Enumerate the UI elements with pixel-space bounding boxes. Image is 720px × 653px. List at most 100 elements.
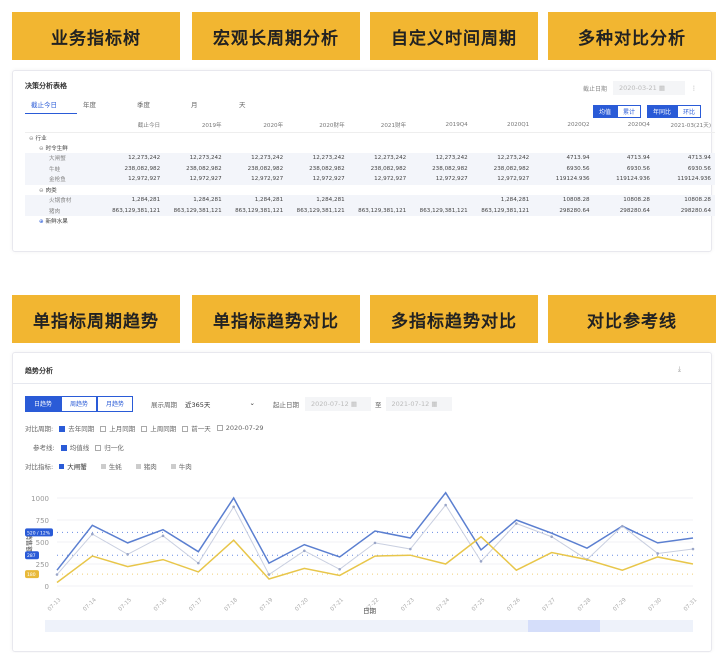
y-tick-label: 250 xyxy=(36,561,49,569)
tab-year[interactable]: 年度 xyxy=(77,99,125,114)
data-point xyxy=(267,573,271,576)
x-tick-label: 07-16 xyxy=(153,597,169,613)
table-row: 大闸蟹 12,273,242 12,273,242 12,273,242 12,273,… xyxy=(25,153,715,164)
option-label: 前一天 xyxy=(191,425,211,433)
zoom-slider-handle[interactable] xyxy=(528,620,600,632)
y-tick-label: 0 xyxy=(45,583,49,591)
more-icon[interactable]: ⋮ xyxy=(691,85,697,92)
compare-option[interactable]: 前一天 xyxy=(182,423,211,433)
period-tabs: 截止今日 年度 季度 月 天 xyxy=(25,99,269,114)
series-line xyxy=(56,491,694,571)
table-cell xyxy=(472,185,534,196)
reference-option[interactable]: 均值线 xyxy=(60,442,89,452)
table-cell: 238,082,982 xyxy=(348,163,411,174)
table-cell: 238,082,982 xyxy=(225,163,288,174)
metric-legend-item[interactable]: 生蚝 xyxy=(100,461,122,471)
table-cell: 4713.94 xyxy=(533,153,594,164)
metric-legend-item[interactable]: 猪肉 xyxy=(135,461,157,471)
compare-option[interactable]: 上周同期 xyxy=(141,423,176,433)
compare-option[interactable]: 去年同期 xyxy=(59,423,94,433)
checkbox[interactable] xyxy=(182,426,189,432)
table-cell: 863,129,381,121 xyxy=(164,205,226,216)
legend-swatch xyxy=(100,464,106,469)
row-label: 大闸蟹 xyxy=(49,156,66,163)
data-point xyxy=(126,553,129,556)
mean-button[interactable]: 均值 xyxy=(592,105,617,118)
table-cell: 1,284,281 xyxy=(164,195,226,206)
option-label: 2020-07-29 xyxy=(225,424,264,432)
date-input[interactable]: 2020-03-21 ▦ xyxy=(613,81,685,95)
option-label: 去年同期 xyxy=(68,425,95,433)
data-point xyxy=(338,567,341,571)
legend-swatch xyxy=(59,464,65,469)
reference-option[interactable]: 归一化 xyxy=(95,442,124,452)
checkbox[interactable] xyxy=(216,425,223,431)
download-icon[interactable]: ⤓ xyxy=(678,365,681,374)
row-label: 猪肉 xyxy=(49,208,61,215)
data-point xyxy=(515,522,518,525)
table-cell xyxy=(533,143,593,154)
x-tick-label: 07-18 xyxy=(224,597,240,613)
legend-label: 牛肉 xyxy=(178,463,192,471)
tab-day[interactable]: 天 xyxy=(221,99,269,114)
table-cell: 238,082,982 xyxy=(471,163,534,174)
feature-tag: 对比参考线 xyxy=(548,295,716,343)
row-label: 金枪鱼 xyxy=(49,177,66,184)
metric-legend-item[interactable]: 大闸蟹 xyxy=(59,461,87,471)
checkbox[interactable] xyxy=(95,445,102,451)
weekly-trend-button[interactable]: 周趋势 xyxy=(61,396,97,412)
legend-label: 大闸蟹 xyxy=(67,463,87,471)
table-cell: 12,273,242 xyxy=(348,153,411,164)
table-cell xyxy=(348,195,411,206)
checkbox[interactable] xyxy=(100,426,107,432)
table-cell: 238,082,982 xyxy=(410,163,472,174)
checkbox[interactable] xyxy=(60,445,67,451)
table-cell xyxy=(226,216,288,227)
data-point xyxy=(656,552,659,555)
cumulative-button[interactable]: 累计 xyxy=(616,105,641,118)
table-row: ⊖ 时令生鲜 xyxy=(25,143,715,154)
tab-quarter[interactable]: 季度 xyxy=(125,99,173,114)
table-row: ⊖ 肉类 xyxy=(25,185,715,196)
table-cell: 12,273,242 xyxy=(287,153,349,164)
y-tick-label: 500 xyxy=(36,539,49,547)
table-cell xyxy=(533,185,593,196)
mom-button[interactable]: 环比 xyxy=(676,105,701,118)
divider xyxy=(13,383,711,384)
trend-panel: 趋势分析 ⤓ 日趋势 周趋势 月趋势 展示周期 近365天 ⌄ 起止日期 2020… xyxy=(12,352,712,652)
metric-legend-item[interactable]: 牛肉 xyxy=(170,461,192,471)
x-tick-label: 07-17 xyxy=(188,597,204,613)
x-tick-label: 07-26 xyxy=(506,597,522,613)
tab-month[interactable]: 月 xyxy=(173,99,221,114)
feature-tag: 宏观长周期分析 xyxy=(192,12,360,60)
reference-label: 180 xyxy=(27,572,36,578)
data-point xyxy=(91,532,94,536)
table-cell: 863,129,381,121 xyxy=(410,205,472,216)
column-header: 2021财年 xyxy=(348,119,411,133)
period-select[interactable]: 近365天 ⌄ xyxy=(185,399,255,409)
tab-to-date[interactable]: 截止今日 xyxy=(25,99,77,114)
compare-option[interactable]: 上月同期 xyxy=(100,423,135,433)
data-point xyxy=(232,505,235,509)
table-cell xyxy=(472,143,534,154)
range-end-input[interactable]: 2021-07-12 ▦ xyxy=(385,397,452,411)
table-cell: 12,273,242 xyxy=(164,153,226,164)
column-header: 2020Q4 xyxy=(593,119,654,133)
compare-option[interactable]: 2020-07-29 xyxy=(216,424,264,432)
monthly-trend-button[interactable]: 月趋势 xyxy=(97,396,133,412)
table-cell xyxy=(594,143,654,154)
x-tick-label: 07-19 xyxy=(259,597,275,613)
checkbox[interactable] xyxy=(59,426,66,432)
table-cell: 863,129,381,121 xyxy=(287,205,349,216)
data-point xyxy=(373,541,377,545)
checkbox[interactable] xyxy=(141,426,148,432)
yoy-button[interactable]: 年同比 xyxy=(646,105,677,118)
reference-label: 520 / 12% xyxy=(27,530,51,536)
y-tick-label: 1000 xyxy=(31,495,49,503)
table-cell: 298280.64 xyxy=(653,205,715,216)
daily-trend-button[interactable]: 日趋势 xyxy=(25,396,61,412)
x-tick-label: 07-31 xyxy=(683,597,699,613)
feature-tag: 业务指标树 xyxy=(12,12,180,60)
range-start-input[interactable]: 2020-07-12 ▦ xyxy=(305,397,371,411)
range-separator: 至 xyxy=(375,401,382,409)
